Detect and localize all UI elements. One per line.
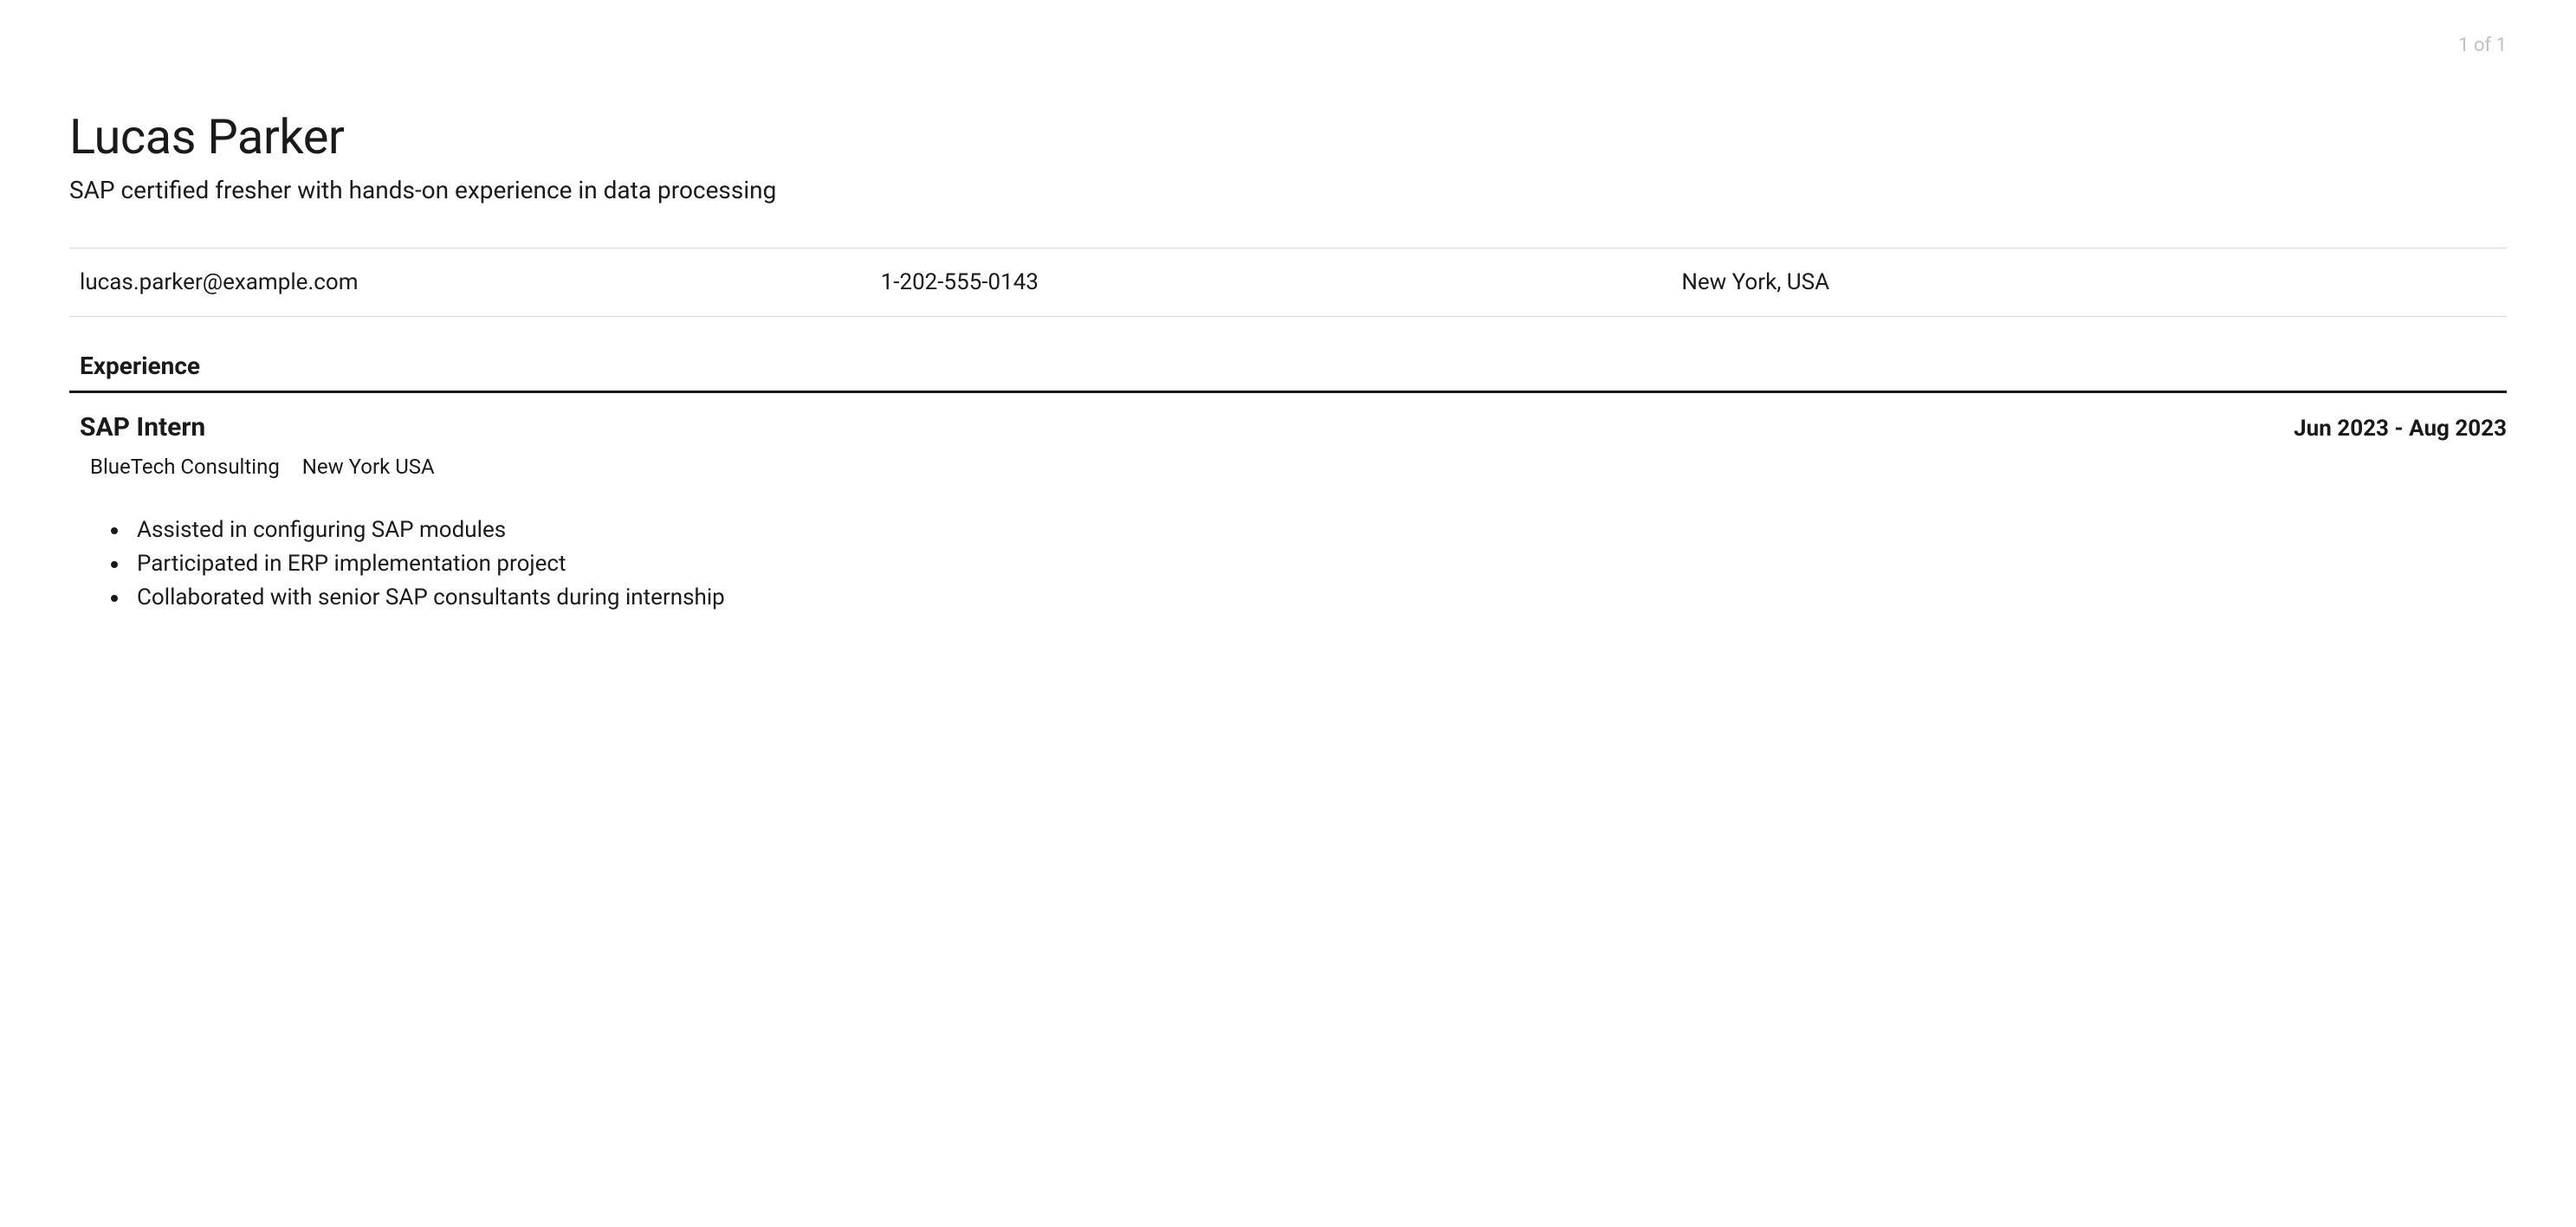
section-heading-experience: Experience xyxy=(69,352,2507,393)
contact-phone: 1-202-555-0143 xyxy=(881,269,1682,295)
resume-name: Lucas Parker xyxy=(69,108,2507,165)
resume-subtitle: SAP certified fresher with hands-on expe… xyxy=(69,176,2507,204)
job-bullet: Assisted in configuring SAP modules xyxy=(130,513,2507,547)
contact-location: New York, USA xyxy=(1681,269,2507,295)
job-location: New York USA xyxy=(302,455,435,479)
job-title: SAP Intern xyxy=(80,412,205,442)
job-company: BlueTech Consulting xyxy=(90,455,280,479)
job-header: SAP Intern Jun 2023 - Aug 2023 xyxy=(69,412,2507,442)
job-dates: Jun 2023 - Aug 2023 xyxy=(2294,416,2507,442)
job-bullets: Assisted in configuring SAP modules Part… xyxy=(69,513,2507,615)
job-meta: BlueTech Consulting New York USA xyxy=(69,455,2507,479)
job-bullet: Collaborated with senior SAP consultants… xyxy=(130,581,2507,615)
contact-email: lucas.parker@example.com xyxy=(80,269,881,295)
page-number: 1 of 1 xyxy=(69,35,2507,56)
job-bullet: Participated in ERP implementation proje… xyxy=(130,547,2507,581)
contact-row: lucas.parker@example.com 1-202-555-0143 … xyxy=(69,248,2507,317)
